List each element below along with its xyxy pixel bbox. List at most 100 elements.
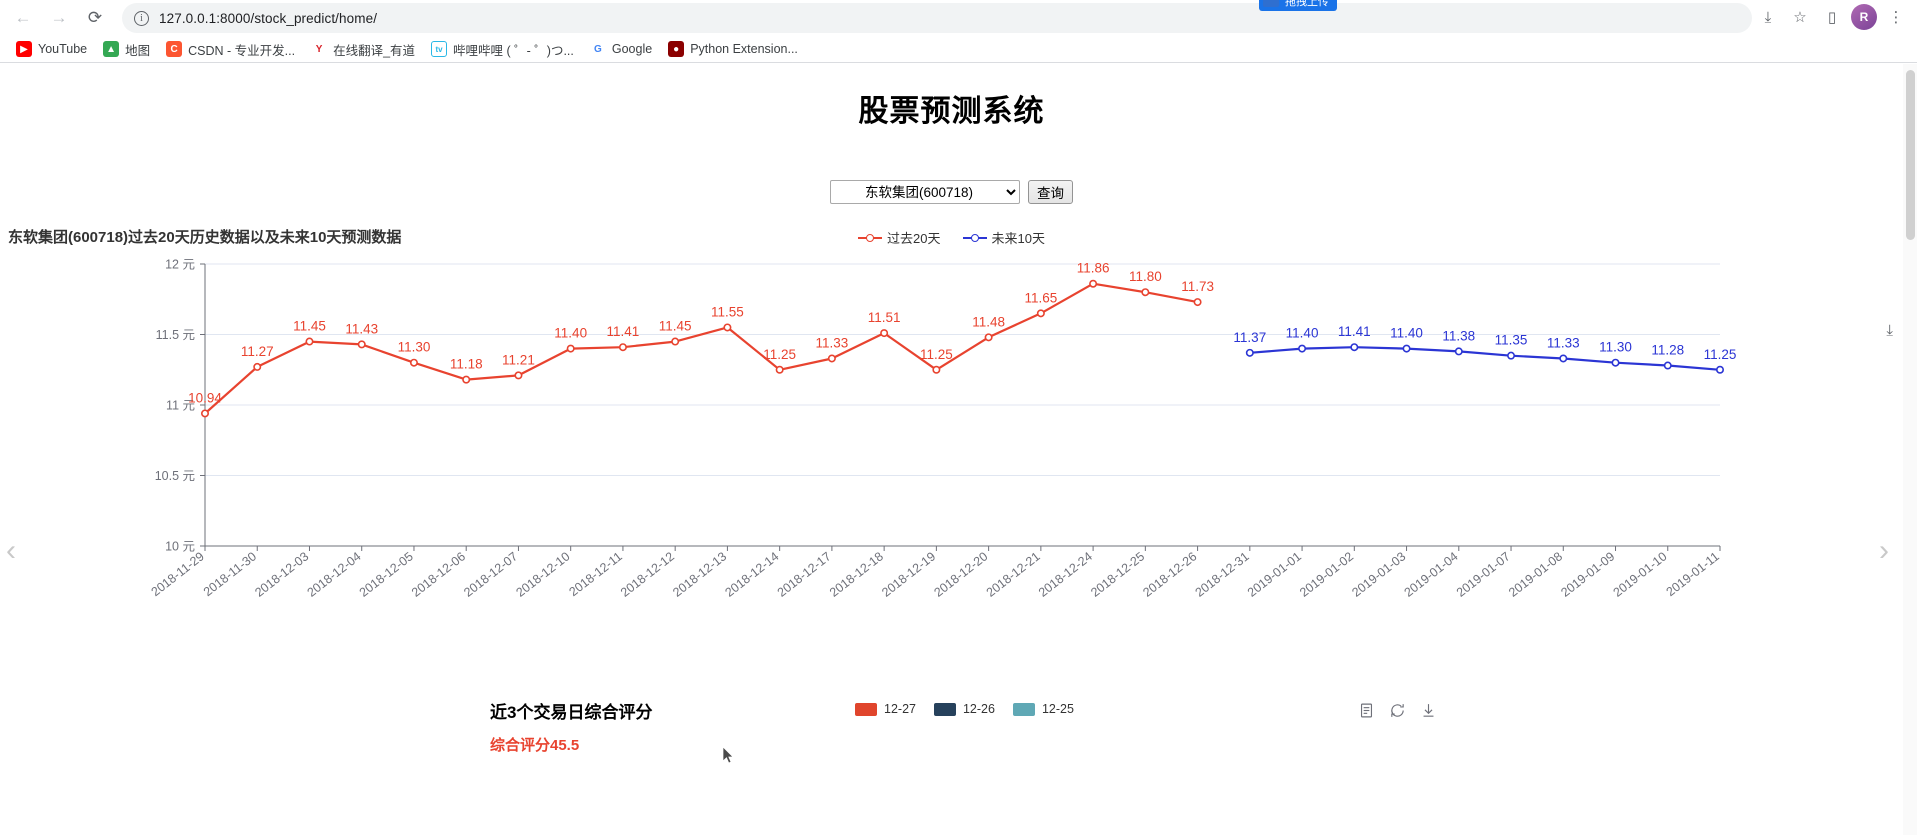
- youtube-icon: ▶: [16, 41, 32, 57]
- bookmark-item[interactable]: G Google: [582, 38, 660, 60]
- svg-text:2018-12-10: 2018-12-10: [514, 549, 573, 599]
- color-swatch-icon: [855, 702, 877, 716]
- svg-text:2018-12-06: 2018-12-06: [409, 549, 468, 599]
- svg-text:11.18: 11.18: [450, 357, 483, 372]
- legend-item-future[interactable]: 未来10天: [962, 228, 1045, 247]
- svg-text:11.41: 11.41: [607, 324, 640, 339]
- color-swatch-icon: [1012, 702, 1035, 716]
- svg-text:11.5 元: 11.5 元: [156, 328, 195, 342]
- sidepanel-icon[interactable]: ▯: [1817, 2, 1847, 32]
- bookmark-star-icon[interactable]: ☆: [1785, 2, 1815, 32]
- svg-text:11.27: 11.27: [241, 344, 274, 359]
- svg-text:11.25: 11.25: [763, 347, 796, 362]
- bilibili-icon: tv: [431, 41, 448, 57]
- svg-text:11.30: 11.30: [398, 340, 431, 355]
- svg-text:2019-01-09: 2019-01-09: [1558, 549, 1617, 599]
- svg-text:2018-12-20: 2018-12-20: [931, 549, 990, 599]
- svg-text:11.30: 11.30: [1599, 340, 1632, 355]
- stock-select[interactable]: 东软集团(600718): [830, 180, 1020, 204]
- bookmark-item[interactable]: C CSDN - 专业开发...: [158, 37, 303, 62]
- browser-toolbar-actions: ⤓ ☆ ▯ R ⋮: [1753, 2, 1911, 32]
- svg-text:11.51: 11.51: [868, 310, 901, 325]
- bookmark-item[interactable]: ▶ YouTube: [8, 38, 95, 60]
- bar-legend-item[interactable]: 12-25: [1012, 702, 1074, 716]
- share-icon[interactable]: ⤓: [1753, 2, 1783, 32]
- chart-toolbox: [1358, 702, 1437, 719]
- svg-text:2018-12-13: 2018-12-13: [670, 549, 729, 599]
- legend-item-past[interactable]: 过去20天: [858, 228, 941, 247]
- next-arrow-icon[interactable]: ›: [1879, 534, 1889, 568]
- svg-text:2018-12-25: 2018-12-25: [1088, 549, 1147, 599]
- bookmarks-bar: ▶ YouTube ▲ 地图 C CSDN - 专业开发... Y 在线翻译_有…: [0, 36, 1917, 63]
- bookmark-label: 哔哩哔哩 ( ゜- ゜)つ...: [453, 43, 574, 58]
- svg-text:2018-12-14: 2018-12-14: [722, 549, 781, 599]
- svg-text:11.38: 11.38: [1442, 328, 1475, 343]
- bookmark-label: CSDN - 专业开发...: [188, 43, 296, 58]
- svg-text:11.33: 11.33: [1547, 335, 1580, 350]
- page-title: 股票预测系统: [858, 95, 1045, 128]
- chrome-menu-icon[interactable]: ⋮: [1881, 2, 1911, 32]
- svg-text:11.55: 11.55: [711, 304, 744, 319]
- maps-icon: ▲: [103, 41, 120, 57]
- site-info-icon[interactable]: i: [134, 10, 149, 26]
- legend-marker-past-icon: [858, 232, 883, 244]
- python-extension-icon: ●: [668, 41, 685, 57]
- bookmark-label: 地图: [125, 43, 151, 58]
- reload-icon[interactable]: ⟳: [78, 1, 112, 35]
- bookmark-item[interactable]: ▲ 地图: [95, 37, 158, 62]
- scrollbar-thumb[interactable]: [1906, 70, 1915, 240]
- score-title: 近3个交易日综合评分: [490, 703, 653, 722]
- svg-text:11.40: 11.40: [554, 326, 587, 341]
- page-content: 股票预测系统 东软集团(600718) 查询 东软集团(600718)过去20天…: [0, 64, 1903, 835]
- svg-text:2019-01-11: 2019-01-11: [1664, 549, 1722, 599]
- bar-legend-label: 12-25: [1041, 702, 1074, 716]
- svg-text:2018-12-17: 2018-12-17: [775, 549, 834, 599]
- address-bar-url: 127.0.0.1:8000/stock_predict/home/: [159, 10, 378, 26]
- google-icon: G: [589, 41, 606, 57]
- bookmark-label: YouTube: [38, 42, 88, 56]
- svg-text:10.94: 10.94: [188, 390, 222, 405]
- bookmark-label: 在线翻译_有道: [333, 43, 416, 58]
- forward-arrow-icon[interactable]: →: [42, 1, 76, 35]
- bar-legend-item[interactable]: 12-27: [855, 702, 916, 716]
- chart-canvas[interactable]: 10 元10.5 元11 元11.5 元12 元2018-11-292018-1…: [0, 246, 1903, 696]
- svg-text:2019-01-01: 2019-01-01: [1245, 549, 1304, 599]
- bar-legend-label: 12-27: [884, 702, 916, 716]
- bookmark-item[interactable]: ● Python Extension...: [660, 38, 806, 60]
- avatar[interactable]: R: [1849, 2, 1879, 32]
- prev-arrow-icon[interactable]: ‹: [6, 534, 16, 568]
- restore-icon[interactable]: [1389, 702, 1406, 719]
- data-view-icon[interactable]: [1358, 702, 1375, 719]
- svg-text:2018-12-19: 2018-12-19: [879, 549, 938, 599]
- svg-text:2018-12-21: 2018-12-21: [984, 549, 1043, 599]
- score-section: 近3个交易日综合评分 综合评分45.5 12-27 12-26 12-25: [0, 690, 1903, 835]
- svg-text:2018-12-24: 2018-12-24: [1036, 549, 1095, 599]
- svg-text:2019-01-07: 2019-01-07: [1454, 549, 1513, 599]
- back-arrow-icon[interactable]: ←: [6, 1, 40, 35]
- bookmark-item[interactable]: Y 在线翻译_有道: [303, 37, 423, 62]
- svg-text:11.33: 11.33: [816, 335, 849, 350]
- svg-text:11.35: 11.35: [1495, 333, 1528, 348]
- legend-label-past: 过去20天: [887, 231, 941, 246]
- svg-text:11.43: 11.43: [345, 321, 378, 336]
- svg-text:2018-12-07: 2018-12-07: [461, 549, 520, 599]
- svg-text:11.80: 11.80: [1129, 269, 1162, 284]
- navigation-buttons: ← → ⟳: [0, 1, 112, 35]
- color-swatch-icon: [933, 702, 956, 716]
- svg-text:11.45: 11.45: [293, 319, 326, 334]
- legend-label-future: 未来10天: [991, 231, 1045, 246]
- download-side-icon[interactable]: ⤓: [1886, 322, 1893, 339]
- address-bar[interactable]: i 127.0.0.1:8000/stock_predict/home/: [122, 3, 1752, 33]
- browser-toolbar: ← → ⟳ i 127.0.0.1:8000/stock_predict/hom…: [0, 0, 1917, 36]
- bookmark-item[interactable]: tv 哔哩哔哩 ( ゜- ゜)つ...: [423, 37, 582, 62]
- youdao-icon: Y: [311, 41, 328, 57]
- save-image-icon[interactable]: [1420, 702, 1437, 719]
- query-button[interactable]: 查询: [1028, 180, 1073, 204]
- svg-text:2018-11-30: 2018-11-30: [201, 549, 259, 599]
- svg-text:2018-12-31: 2018-12-31: [1193, 549, 1252, 599]
- bar-legend-item[interactable]: 12-26: [933, 702, 995, 716]
- svg-text:2018-12-18: 2018-12-18: [827, 549, 886, 599]
- svg-text:11.65: 11.65: [1024, 290, 1057, 305]
- svg-text:2018-12-03: 2018-12-03: [252, 549, 311, 599]
- svg-text:11.40: 11.40: [1390, 326, 1423, 341]
